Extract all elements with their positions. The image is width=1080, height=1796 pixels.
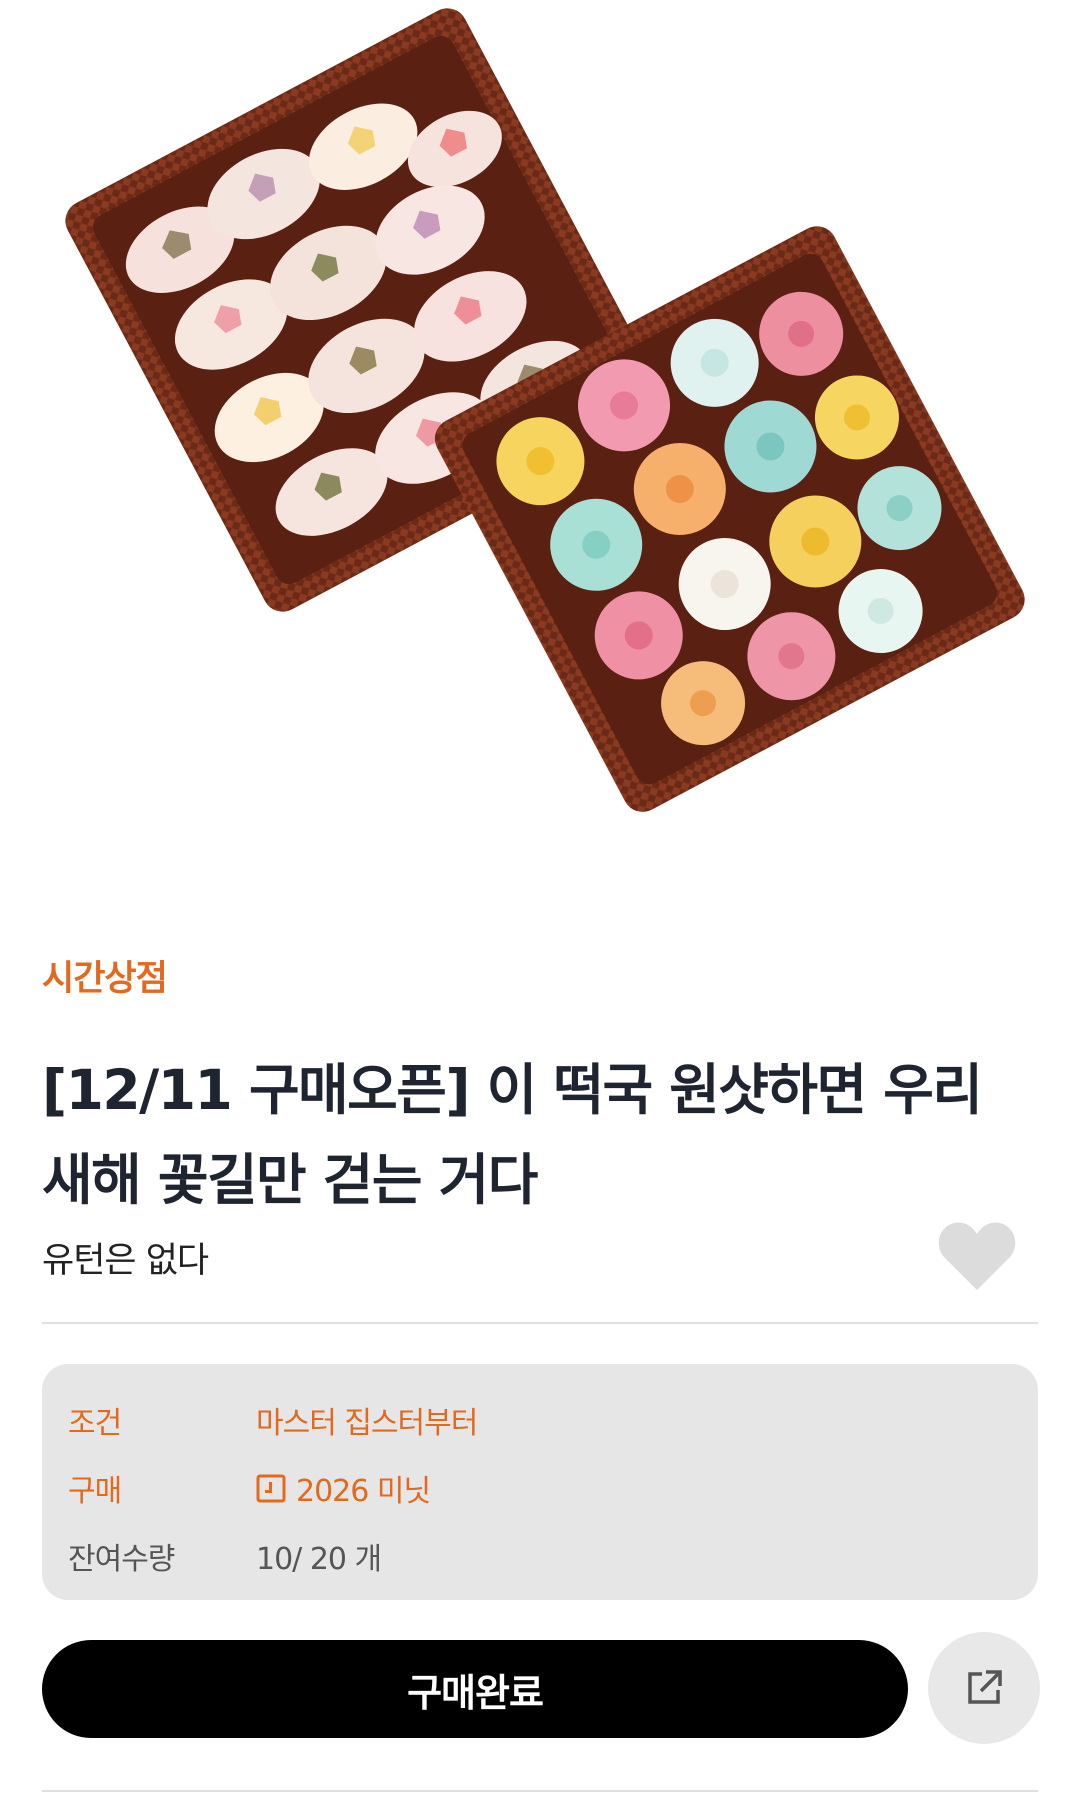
condition-label: 조건 xyxy=(68,1406,122,1441)
share-button[interactable] xyxy=(928,1632,1040,1744)
purchase-info-box: 조건 마스터 집스터부터 구매 2026 미닛 잔여수량 10/ 20 개 xyxy=(42,1364,1038,1600)
condition-value: 마스터 집스터부터 xyxy=(256,1398,478,1442)
price-label: 구매 xyxy=(68,1474,122,1509)
bottom-divider xyxy=(42,1790,1038,1792)
subtitle-row: 유턴은 없다 xyxy=(42,1220,1038,1300)
purchase-complete-button[interactable]: 구매완료 xyxy=(42,1640,908,1738)
info-row-price: 구매 2026 미닛 xyxy=(68,1466,1008,1516)
share-external-icon xyxy=(968,1670,1002,1704)
product-image xyxy=(0,0,1080,880)
calendar-icon xyxy=(256,1474,286,1503)
price-value-text: 2026 미닛 xyxy=(296,1474,431,1509)
info-row-condition: 조건 마스터 집스터부터 xyxy=(68,1398,1008,1448)
stock-value-text: 10/ 20 개 xyxy=(256,1542,382,1577)
favorite-button[interactable] xyxy=(937,1220,1017,1294)
product-title: [12/11 구매오픈] 이 떡국 원샷하면 우리 새해 꽃길만 걷는 거다 xyxy=(42,1058,983,1212)
price-value: 2026 미닛 xyxy=(256,1466,431,1510)
stock-value: 10/ 20 개 xyxy=(256,1534,382,1578)
category-label[interactable]: 시간상점 xyxy=(42,950,1038,1001)
section-divider xyxy=(42,1322,1038,1324)
stock-label: 잔여수량 xyxy=(68,1542,175,1577)
product-details: 시간상점 [12/11 구매오픈] 이 떡국 원샷하면 우리 새해 꽃길만 걷는… xyxy=(42,950,1040,1744)
condition-value-text: 마스터 집스터부터 xyxy=(256,1406,478,1441)
info-row-stock: 잔여수량 10/ 20 개 xyxy=(68,1534,1008,1584)
heart-icon xyxy=(938,1222,1016,1290)
product-subtitle: 유턴은 없다 xyxy=(42,1241,209,1281)
rice-cake-baskets-illustration xyxy=(65,8,1025,812)
